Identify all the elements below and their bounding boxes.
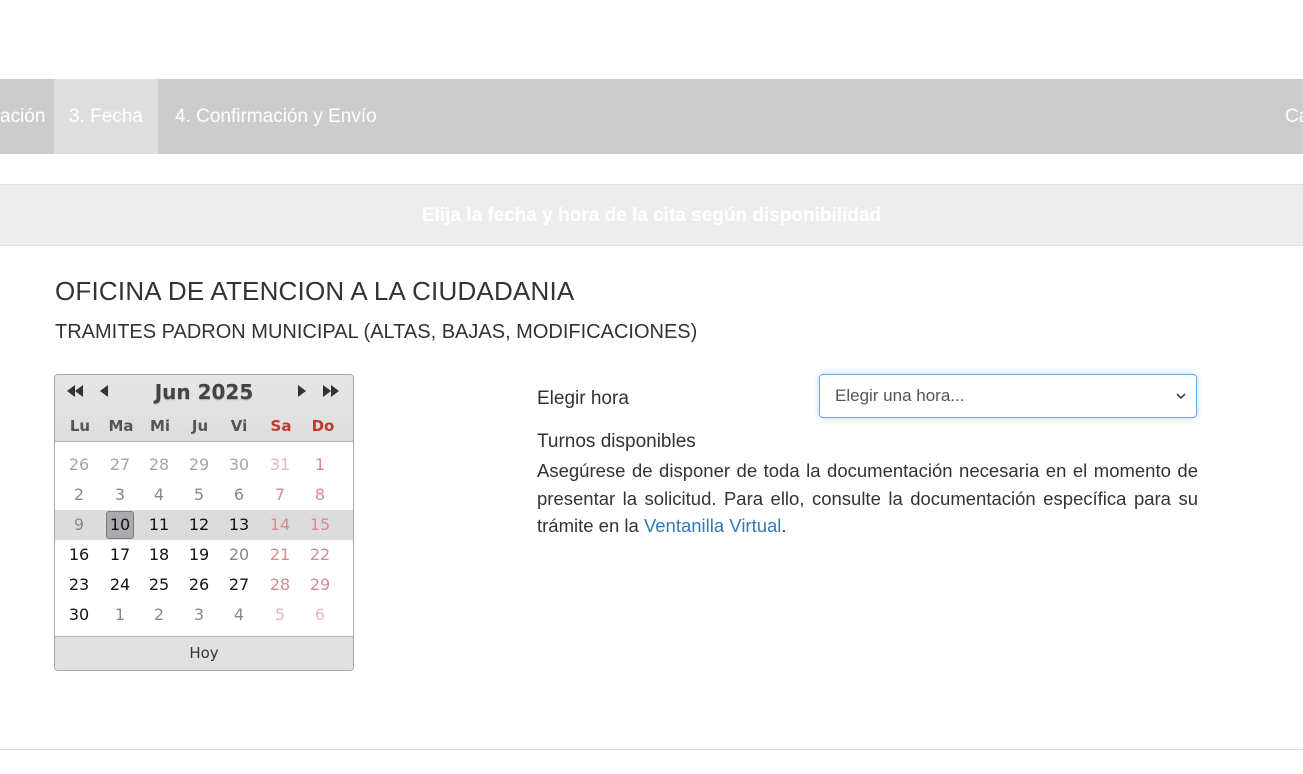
calendar-day: 5 xyxy=(193,485,205,504)
calendar-week-row-current: 9 10 11 12 13 14 15 xyxy=(55,510,353,540)
calendar-week-row: 23 24 25 26 27 28 29 xyxy=(55,570,353,600)
weekday-header-row: Lu Ma Mi Ju Vi Sa Do xyxy=(60,417,348,437)
step-tab-confirmacion[interactable]: 4. Confirmación y Envío xyxy=(160,79,392,154)
date-picker-calendar: Jun 2025 Lu Ma Mi Ju Vi Sa Do 26 27 28 2… xyxy=(54,374,354,671)
calendar-day: 3 xyxy=(114,485,126,504)
hour-select[interactable]: Elegir una hora... xyxy=(819,374,1197,418)
prev-month-icon[interactable] xyxy=(93,382,115,406)
calendar-week-row: 2 3 4 5 6 7 8 xyxy=(55,480,353,510)
calendar-day: 1 xyxy=(314,455,326,474)
weekday-label: Lu xyxy=(69,417,91,435)
step-tab-previous[interactable]: ación xyxy=(0,79,60,154)
next-year-icon[interactable] xyxy=(320,382,342,406)
footer-divider xyxy=(0,749,1303,750)
weekday-label: Do xyxy=(311,417,335,435)
calendar-day: 26 xyxy=(68,455,90,474)
calendar-day[interactable]: 18 xyxy=(139,540,179,570)
calendar-day: 29 xyxy=(188,455,210,474)
calendar-day: 4 xyxy=(233,605,245,624)
calendar-day: 31 xyxy=(269,455,291,474)
weekday-label: Vi xyxy=(230,417,248,435)
calendar-month-label[interactable]: Jun 2025 xyxy=(125,380,283,404)
weekday-label: Ma xyxy=(108,417,134,435)
calendar-day-selected[interactable]: 10 xyxy=(106,511,134,539)
calendar-day: 14 xyxy=(269,515,291,534)
calendar-day: 30 xyxy=(228,455,250,474)
calendar-day[interactable]: 13 xyxy=(219,510,259,540)
calendar-day: 15 xyxy=(309,515,331,534)
calendar-day: 2 xyxy=(153,605,165,624)
today-button[interactable]: Hoy xyxy=(55,636,353,670)
notice-end: . xyxy=(781,515,787,536)
calendar-day[interactable]: 27 xyxy=(219,570,259,600)
calendar-day[interactable]: 16 xyxy=(59,540,99,570)
notice-text: Asegúrese de disponer de toda la documen… xyxy=(537,460,1198,536)
calendar-day[interactable]: 19 xyxy=(179,540,219,570)
instruction-banner: Elija la fecha y hora de la cita según d… xyxy=(0,184,1303,246)
calendar-day: 28 xyxy=(148,455,170,474)
calendar-day: 28 xyxy=(269,575,291,594)
calendar-day[interactable]: 24 xyxy=(100,570,140,600)
step-tab-right-cut[interactable]: Ca xyxy=(1270,79,1303,154)
calendar-day[interactable]: 25 xyxy=(139,570,179,600)
weekday-label: Mi xyxy=(149,417,171,435)
calendar-day[interactable]: 26 xyxy=(179,570,219,600)
calendar-day: 29 xyxy=(309,575,331,594)
calendar-day: 5 xyxy=(274,605,286,624)
calendar-day[interactable]: 23 xyxy=(59,570,99,600)
calendar-day: 22 xyxy=(309,545,331,564)
prev-year-icon[interactable] xyxy=(64,382,86,406)
steps-bar: ación 3. Fecha 4. Confirmación y Envío C… xyxy=(0,79,1303,154)
calendar-day[interactable]: 11 xyxy=(139,510,179,540)
calendar-day: 20 xyxy=(228,545,250,564)
calendar-day: 3 xyxy=(193,605,205,624)
ventanilla-virtual-link[interactable]: Ventanilla Virtual xyxy=(644,515,781,536)
calendar-week-row: 26 27 28 29 30 31 1 xyxy=(55,450,353,480)
calendar-day[interactable]: 17 xyxy=(100,540,140,570)
calendar-day: 7 xyxy=(274,485,286,504)
calendar-header: Jun 2025 Lu Ma Mi Ju Vi Sa Do xyxy=(55,375,353,442)
next-month-icon[interactable] xyxy=(291,382,313,406)
calendar-day: 8 xyxy=(314,485,326,504)
step-tab-fecha[interactable]: 3. Fecha xyxy=(54,79,158,154)
calendar-day[interactable]: 12 xyxy=(179,510,219,540)
calendar-week-row: 16 17 18 19 20 21 22 xyxy=(55,540,353,570)
hour-select-value: Elegir una hora... xyxy=(835,386,965,405)
service-title: TRAMITES PADRON MUNICIPAL (ALTAS, BAJAS,… xyxy=(55,321,698,343)
calendar-day: 2 xyxy=(73,485,85,504)
calendar-day: 9 xyxy=(73,515,85,534)
chevron-down-icon xyxy=(1176,375,1186,417)
calendar-day: 6 xyxy=(233,485,245,504)
calendar-day: 4 xyxy=(153,485,165,504)
documentation-notice: Asegúrese de disponer de toda la documen… xyxy=(537,457,1198,540)
available-slots-label: Turnos disponibles xyxy=(537,431,696,452)
calendar-week-row: 30 1 2 3 4 5 6 xyxy=(55,600,353,630)
office-title: OFICINA DE ATENCION A LA CIUDADANIA xyxy=(55,276,575,306)
weekday-label: Ju xyxy=(191,417,209,435)
calendar-day: 27 xyxy=(109,455,131,474)
calendar-day: 1 xyxy=(114,605,126,624)
weekday-label: Sa xyxy=(270,417,292,435)
hour-label: Elegir hora xyxy=(537,388,629,409)
calendar-day: 6 xyxy=(314,605,326,624)
calendar-day[interactable]: 30 xyxy=(59,600,99,630)
calendar-day: 21 xyxy=(269,545,291,564)
